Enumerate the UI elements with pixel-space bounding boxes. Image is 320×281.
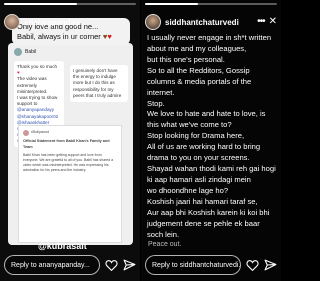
statement-line: internet. <box>147 87 175 97</box>
statement-line: Shayad wahan thodi kami reh gai hogi <box>147 164 276 174</box>
story-progress-fill <box>145 3 198 5</box>
heart-icon[interactable] <box>245 258 259 272</box>
statement-line: Stop looking for Drama here, <box>147 131 245 141</box>
bubble-line: I was trying to show <box>17 94 58 100</box>
bubble-line: Thank you so much <box>17 64 58 69</box>
article-title: Official Statement from Babil Khan's Fam… <box>23 139 110 149</box>
statement-line: drama to you on your screens. <box>147 153 250 163</box>
sticker-line-2-text: Babil, always in ur corner <box>17 32 101 41</box>
reply-input[interactable]: Reply to siddhantchaturvedi... <box>145 255 241 275</box>
reply-input[interactable]: Reply to ananyapanday... <box>4 255 100 275</box>
story-username[interactable]: ananyapanday... <box>24 18 86 27</box>
statement-line: Koshish jaari hai hamari taraf se, <box>147 196 258 206</box>
mention-link[interactable]: @shanayakapoor02 <box>17 114 61 120</box>
story-progress-bar <box>4 3 136 5</box>
statement-line: Stop. <box>147 98 165 108</box>
story-footer: Reply to siddhantchaturvedi... <box>141 254 281 276</box>
story-panel-left[interactable]: ananyapanday... Babil Thank you so much … <box>0 0 140 281</box>
statement-line: I usually never engage in sh*t written <box>147 33 272 42</box>
close-icon[interactable]: ✕ <box>269 17 277 27</box>
story-header: siddhantchaturvedi ••• ✕ <box>145 11 277 33</box>
bubble-line: misinterpreted. <box>17 88 48 94</box>
story-username[interactable]: siddhantchaturvedi <box>165 18 239 27</box>
story-progress-fill <box>4 3 77 5</box>
bubble-line: support to <box>17 101 38 107</box>
more-dots-icon[interactable]: ••• <box>257 17 265 27</box>
article-header: r/Bollywood <box>23 130 117 136</box>
avatar[interactable] <box>4 14 20 30</box>
article-screenshot: r/Bollywood Official Statement from Babi… <box>18 125 122 243</box>
statement-line: soch lein. <box>147 229 180 239</box>
statement-line: columns & media portals of the <box>147 76 252 86</box>
statement-line: wo dhoondhne lage ho? <box>147 185 229 195</box>
article-avatar <box>23 130 29 136</box>
card-header: Babil <box>14 48 36 56</box>
avatar[interactable] <box>145 14 161 30</box>
story-footer: Reply to ananyapanday... <box>0 254 140 276</box>
statement-line: about me and my colleagues, <box>147 43 247 53</box>
statement-line: judgement dene se pehle ek baar <box>147 218 260 228</box>
story-progress-bar <box>145 3 277 5</box>
statement-line: All of us are working hard to bring <box>147 142 261 152</box>
statement-line: We love to hate and hate to love, is <box>147 109 266 119</box>
mention-sticker[interactable]: @kubrasait <box>38 241 87 251</box>
heart-icon: ♥ <box>17 70 20 76</box>
statement-line: but this one's personal. <box>147 54 225 64</box>
story-panel-right[interactable]: siddhantchaturvedi ••• ✕ I usually never… <box>141 0 281 281</box>
reshared-story-card: Babil Thank you so much ♥ The video was … <box>8 43 133 245</box>
send-icon[interactable] <box>122 258 136 272</box>
article-author: r/Bollywood <box>31 130 50 135</box>
card-avatar <box>14 48 22 56</box>
sticker-line-2: Babil, always in ur corner ♥♥ <box>17 32 125 41</box>
card-account-name: Babil <box>25 49 37 55</box>
bubble-line: The video was extremely <box>17 76 47 88</box>
statement-line: Aur aap bhi Koshish karein ki koi bhi <box>147 207 270 217</box>
heart-icon: ♥ <box>107 32 112 41</box>
comment-bubble-right: I genuinely don't have the energy to ind… <box>70 65 128 102</box>
article-body: Babil Khan has been getting support and … <box>23 153 114 173</box>
statement-line: So to all the Redditors, Gossip <box>147 65 250 75</box>
send-icon[interactable] <box>263 258 277 272</box>
statement-line: this what we've come to? <box>147 120 232 130</box>
statement-text: I usually never engage in sh*t written a… <box>147 33 277 241</box>
sign-off: Peace out. <box>148 241 182 248</box>
statement-line: ki aap hamari asli zindagi mein <box>147 174 251 184</box>
heart-icon[interactable] <box>104 258 118 272</box>
story-header: ananyapanday... <box>4 11 136 33</box>
